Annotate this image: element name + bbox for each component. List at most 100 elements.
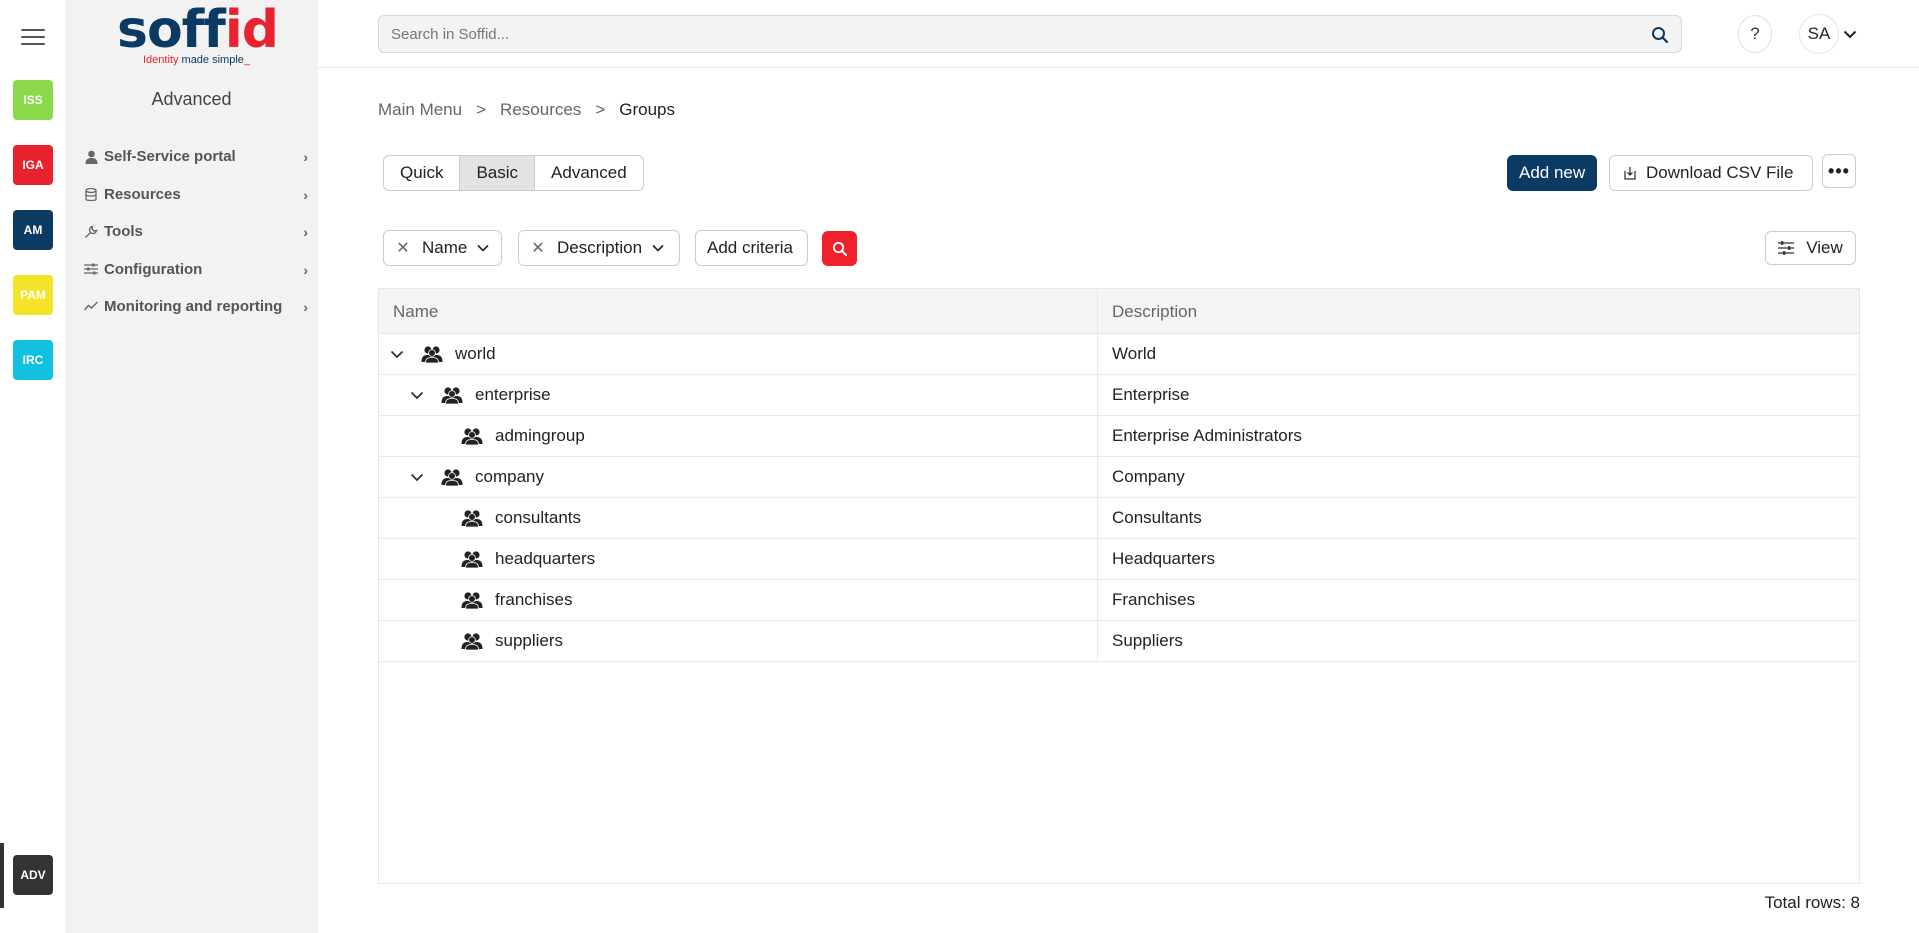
search-icon[interactable] (1651, 26, 1669, 44)
table-row[interactable]: consultants Consultants (379, 498, 1859, 539)
sidebar-item-label: Monitoring and reporting (104, 298, 283, 315)
sidebar-item-monitoring[interactable]: Monitoring and reporting › (82, 296, 308, 318)
name-cell: world (379, 334, 1098, 374)
app-tile-irc[interactable]: IRC (13, 340, 53, 380)
table-row[interactable]: world World (379, 334, 1859, 375)
breadcrumb-separator: > (595, 100, 606, 119)
criteria-description[interactable]: ✕ Description (518, 230, 680, 266)
group-icon (441, 468, 463, 487)
table-row[interactable]: suppliers Suppliers (379, 621, 1859, 662)
chevron-right-icon: › (303, 299, 308, 315)
avatar: SA (1799, 14, 1839, 54)
close-icon[interactable]: ✕ (529, 238, 547, 258)
hamburger-menu-icon[interactable] (21, 29, 45, 47)
download-csv-label: Download CSV File (1646, 163, 1794, 182)
name-cell: company (379, 457, 1098, 497)
description-cell: Enterprise Administrators (1112, 426, 1302, 445)
sidebar-item-resources[interactable]: Resources › (82, 184, 308, 206)
column-header-name[interactable]: Name (379, 289, 1098, 333)
description-cell: Franchises (1112, 590, 1196, 609)
group-name: world (455, 344, 496, 363)
download-csv-button[interactable]: Download CSV File (1609, 155, 1813, 191)
sidebar-item-label-wrap: Monitoring and reporting (82, 296, 292, 318)
sidebar-item-configuration[interactable]: Configuration › (82, 259, 308, 281)
group-icon (461, 632, 483, 651)
name-cell: suppliers (379, 621, 1098, 661)
table-body: world World enterprise Enterprise admingroup… (379, 334, 1859, 662)
sliders-icon (1778, 241, 1795, 255)
sidebar-item-label: Resources (104, 186, 181, 203)
breadcrumb-main-menu[interactable]: Main Menu (378, 100, 462, 120)
logo-tagline: Identity made simple_ (143, 54, 251, 66)
logo-wordmark: soffid (117, 0, 279, 60)
chevron-down-icon[interactable] (407, 391, 427, 400)
app-tile-pam[interactable]: PAM (13, 275, 53, 315)
global-search (378, 15, 1682, 53)
group-name: franchises (495, 590, 573, 609)
tab-quick[interactable]: Quick (384, 156, 461, 190)
tab-advanced[interactable]: Advanced (535, 156, 643, 190)
add-new-button[interactable]: Add new (1507, 155, 1598, 191)
search-input[interactable] (379, 16, 1619, 52)
app-tile-am[interactable]: AM (13, 210, 53, 250)
group-icon (461, 509, 483, 528)
table-row[interactable]: enterprise Enterprise (379, 375, 1859, 416)
sidebar: soffid Identity made simple_ Advanced Se… (65, 0, 318, 933)
name-cell: enterprise (379, 375, 1098, 415)
app-tile-iga[interactable]: IGA (13, 145, 53, 185)
help-button[interactable]: ? (1738, 15, 1772, 53)
sidebar-item-label: Tools (104, 223, 143, 240)
sidebar-item-self-service[interactable]: Self-Service portal › (82, 146, 308, 168)
breadcrumb-resources[interactable]: Resources (500, 100, 581, 120)
add-criteria-button[interactable]: Add criteria (695, 230, 808, 266)
groups-table: Name Description world World enterprise Ent… (378, 288, 1860, 884)
group-icon (461, 427, 483, 446)
column-header-description[interactable]: Description (1098, 289, 1859, 333)
sidebar-title: Advanced (151, 89, 232, 109)
search-mode-tabs: Quick Basic Advanced (383, 155, 644, 191)
description-cell: Consultants (1112, 508, 1202, 527)
description-cell: Suppliers (1112, 631, 1183, 650)
name-cell: admingroup (379, 416, 1098, 456)
table-row[interactable]: admingroup Enterprise Administrators (379, 416, 1859, 457)
close-icon[interactable]: ✕ (394, 238, 412, 258)
chart-line-icon (82, 301, 100, 311)
user-menu-button[interactable]: SA (1796, 14, 1860, 54)
tab-basic[interactable]: Basic (460, 156, 536, 190)
wrench-icon (82, 221, 100, 239)
group-icon (461, 550, 483, 569)
table-header: Name Description (379, 289, 1859, 334)
chevron-right-icon: › (303, 262, 308, 278)
app-tile-adv[interactable]: ADV (13, 855, 53, 895)
group-name: consultants (495, 508, 581, 527)
breadcrumb: Main Menu > Resources > Groups (378, 100, 675, 120)
more-options-button[interactable]: ••• (1822, 154, 1856, 188)
chevron-down-icon (477, 244, 489, 252)
table-row[interactable]: headquarters Headquarters (379, 539, 1859, 580)
chevron-down-icon[interactable] (387, 350, 407, 359)
view-options-button[interactable]: View (1765, 231, 1856, 265)
sidebar-item-label: Self-Service portal (104, 148, 236, 165)
breadcrumb-current: Groups (619, 100, 675, 119)
active-app-indicator (0, 843, 4, 908)
criteria-label: Description (557, 238, 643, 257)
sidebar-item-tools[interactable]: Tools › (82, 221, 308, 243)
table-row[interactable]: franchises Franchises (379, 580, 1859, 621)
sidebar-item-label: Configuration (104, 261, 203, 278)
search-icon (832, 241, 847, 256)
soffid-logo[interactable]: soffid Identity made simple_ (117, 4, 279, 68)
description-cell: World (1112, 344, 1157, 363)
more-icon: ••• (1828, 160, 1850, 181)
group-name: admingroup (495, 426, 585, 445)
chevron-down-icon[interactable] (407, 473, 427, 482)
criteria-label: Name (422, 238, 468, 257)
user-icon (82, 146, 100, 164)
total-rows: Total rows: 8 (1764, 893, 1860, 912)
group-icon (421, 345, 443, 364)
criteria-name[interactable]: ✕ Name (383, 230, 502, 266)
table-row[interactable]: company Company (379, 457, 1859, 498)
app-tile-iss[interactable]: ISS (13, 80, 53, 120)
name-cell: franchises (379, 580, 1098, 620)
run-search-button[interactable] (822, 231, 857, 266)
group-name: headquarters (495, 549, 596, 568)
